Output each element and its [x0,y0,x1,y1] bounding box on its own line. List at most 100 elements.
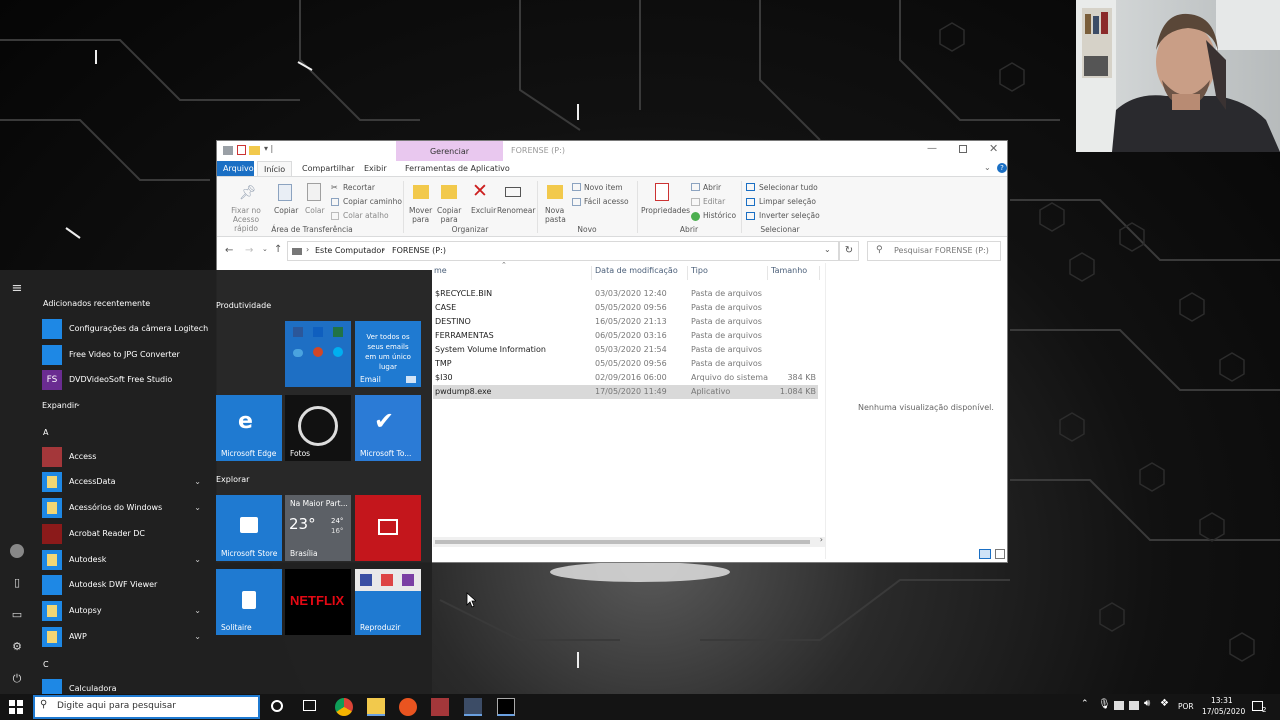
dropbox-icon[interactable]: ❖ [1160,698,1169,709]
tile-edge[interactable]: e Microsoft Edge [216,395,282,461]
qat-dropdown-icon[interactable]: ▾ | [264,144,273,153]
tile-weather[interactable]: Na Maior Part... 23° 24° 16° Brasília [285,495,351,561]
clear-selection-icon[interactable] [746,198,755,206]
ribbon-collapse-icon[interactable]: ⌄ [984,163,991,172]
properties-qat-icon[interactable] [237,145,246,155]
clear-selection-button[interactable]: Limpar seleção [759,197,816,206]
copy-path-button[interactable]: Copiar caminho [343,197,402,206]
invert-selection-button[interactable]: Inverter seleção [759,211,820,220]
file-explorer-taskbar-icon[interactable] [367,698,385,716]
cut-icon[interactable]: ✂ [331,183,338,192]
search-input[interactable]: Pesquisar FORENSE (P:) [894,246,989,255]
paste-shortcut-icon[interactable] [331,212,339,220]
new-folder-icon[interactable] [547,185,563,199]
file-row[interactable]: $I30 02/09/2016 06:00 Arquivo do sistema 38… [433,371,818,385]
tile-email[interactable]: Ver todos os seus emails em um único lug… [355,321,421,387]
app-autopsy[interactable]: Autopsy ⌄ [42,600,207,622]
app-accessdata[interactable]: AccessData ⌄ [42,471,207,493]
paste-button[interactable]: Colar [305,206,325,215]
file-row[interactable]: System Volume Information 05/03/2020 21:5… [433,343,818,357]
large-icons-view-icon[interactable] [995,549,1005,559]
minimize-button[interactable]: — [927,143,937,154]
breadcrumb-este-computador[interactable]: Este Computador [315,246,385,255]
rename-icon[interactable] [505,187,521,197]
app-awp[interactable]: AWP ⌄ [42,626,207,648]
chevron-down-icon[interactable]: ⌄ [194,626,201,648]
app-acessorios-windows[interactable]: Acessórios do Windows ⌄ [42,497,207,519]
windows-start-icon[interactable] [9,700,23,714]
recent-locations-icon[interactable]: ⌄ [262,245,268,253]
tab-ferramentas-aplicativo[interactable]: Ferramentas de Aplicativo [399,161,516,176]
copy-button[interactable]: Copiar [274,206,298,215]
chevron-down-icon[interactable]: ⌄ [194,549,201,571]
app-taskbar-icon[interactable] [464,698,482,716]
terminal-icon[interactable] [497,698,515,716]
file-row[interactable]: TMP 05/05/2020 09:56 Pasta de arquivos [433,357,818,371]
taskbar-search-input[interactable]: Digite aqui para pesquisar [57,701,176,711]
user-avatar-icon[interactable] [10,544,24,558]
cortana-icon[interactable] [271,700,283,712]
edit-icon[interactable] [691,198,700,206]
clock-date[interactable]: 17/05/2020 [1202,707,1245,716]
file-row[interactable]: DESTINO 16/05/2020 21:13 Pasta de arquivos [433,315,818,329]
letter-a-header[interactable]: A [43,428,48,437]
scroll-right-icon[interactable]: › [820,535,823,544]
tab-exibir[interactable]: Exibir [358,161,393,176]
paste-icon[interactable] [307,183,321,201]
pictures-icon[interactable]: ▭ [10,608,24,622]
tile-play[interactable]: Reproduzir [355,569,421,635]
move-to-icon[interactable] [413,185,429,199]
forward-arrow-icon[interactable]: → [245,245,253,256]
tile-office[interactable] [285,321,351,387]
new-item-icon[interactable] [572,183,581,191]
language-indicator[interactable]: POR [1178,702,1194,711]
chevron-down-icon[interactable]: ⌄ [194,471,201,493]
rename-button[interactable]: Renomear [497,206,535,215]
file-row-selected[interactable]: pwdump8.exe 17/05/2020 11:49 Aplicativo 1.0… [433,385,818,399]
paste-shortcut-button[interactable]: Colar atalho [343,211,389,220]
chrome-icon[interactable] [335,698,353,716]
app-logitech-camera[interactable]: Configurações da câmera Logitech [42,318,208,340]
move-to-button[interactable]: Mover para [409,206,432,224]
hamburger-menu-icon[interactable]: ≡ [10,281,24,296]
new-folder-qat-icon[interactable] [249,146,260,155]
column-size[interactable]: Tamanho [771,266,807,282]
pin-icon[interactable]: 📌︎ [239,185,257,201]
refresh-button[interactable]: ↻ [839,241,859,261]
horizontal-scrollbar[interactable]: › [433,535,825,547]
taskbar-search-box[interactable]: ⚲ Digite aqui para pesquisar [33,695,260,719]
ubuntu-icon[interactable] [399,698,417,716]
tile-todo[interactable]: ✔ Microsoft To... [355,395,421,461]
expand-chevron-icon[interactable]: ⌄ [75,400,81,408]
tray-icon[interactable] [1114,701,1124,710]
address-bar[interactable]: › Este Computador › FORENSE (P:) ⌄ [287,241,839,261]
help-icon[interactable]: ? [997,163,1007,173]
tile-photos[interactable]: Fotos [285,395,351,461]
tile-news[interactable] [355,495,421,561]
open-icon[interactable] [691,183,700,191]
tab-inicio[interactable]: Início [257,161,293,176]
easy-access-icon[interactable] [572,198,581,206]
properties-icon[interactable] [655,183,669,201]
task-view-icon[interactable] [303,700,316,711]
file-row[interactable]: CASE 05/05/2020 09:56 Pasta de arquivos [433,301,818,315]
settings-gear-icon[interactable]: ⚙ [10,640,24,654]
breadcrumb-forense[interactable]: FORENSE (P:) [392,246,446,255]
chevron-down-icon[interactable]: ⌄ [194,600,201,622]
copy-to-icon[interactable] [441,185,457,199]
microphone-icon[interactable]: 🎙︎ [1098,699,1111,710]
properties-button[interactable]: Propriedades [641,206,690,215]
history-button[interactable]: Histórico [703,211,736,220]
letter-c-header[interactable]: C [43,660,49,669]
up-arrow-icon[interactable]: ↑ [274,244,282,255]
access-taskbar-icon[interactable] [431,698,449,716]
explorer-app-icon[interactable] [223,146,233,155]
tile-store[interactable]: Microsoft Store [216,495,282,561]
app-acrobat-reader[interactable]: Acrobat Reader DC [42,523,207,545]
search-box[interactable]: ⚲ Pesquisar FORENSE (P:) [867,241,1001,261]
copy-icon[interactable] [278,184,292,201]
app-autodesk-dwf-viewer[interactable]: Autodesk DWF Viewer [42,574,207,596]
invert-selection-icon[interactable] [746,212,755,220]
file-row[interactable]: $RECYCLE.BIN 03/03/2020 12:40 Pasta de arq… [433,287,818,301]
app-autodesk[interactable]: Autodesk ⌄ [42,549,207,571]
